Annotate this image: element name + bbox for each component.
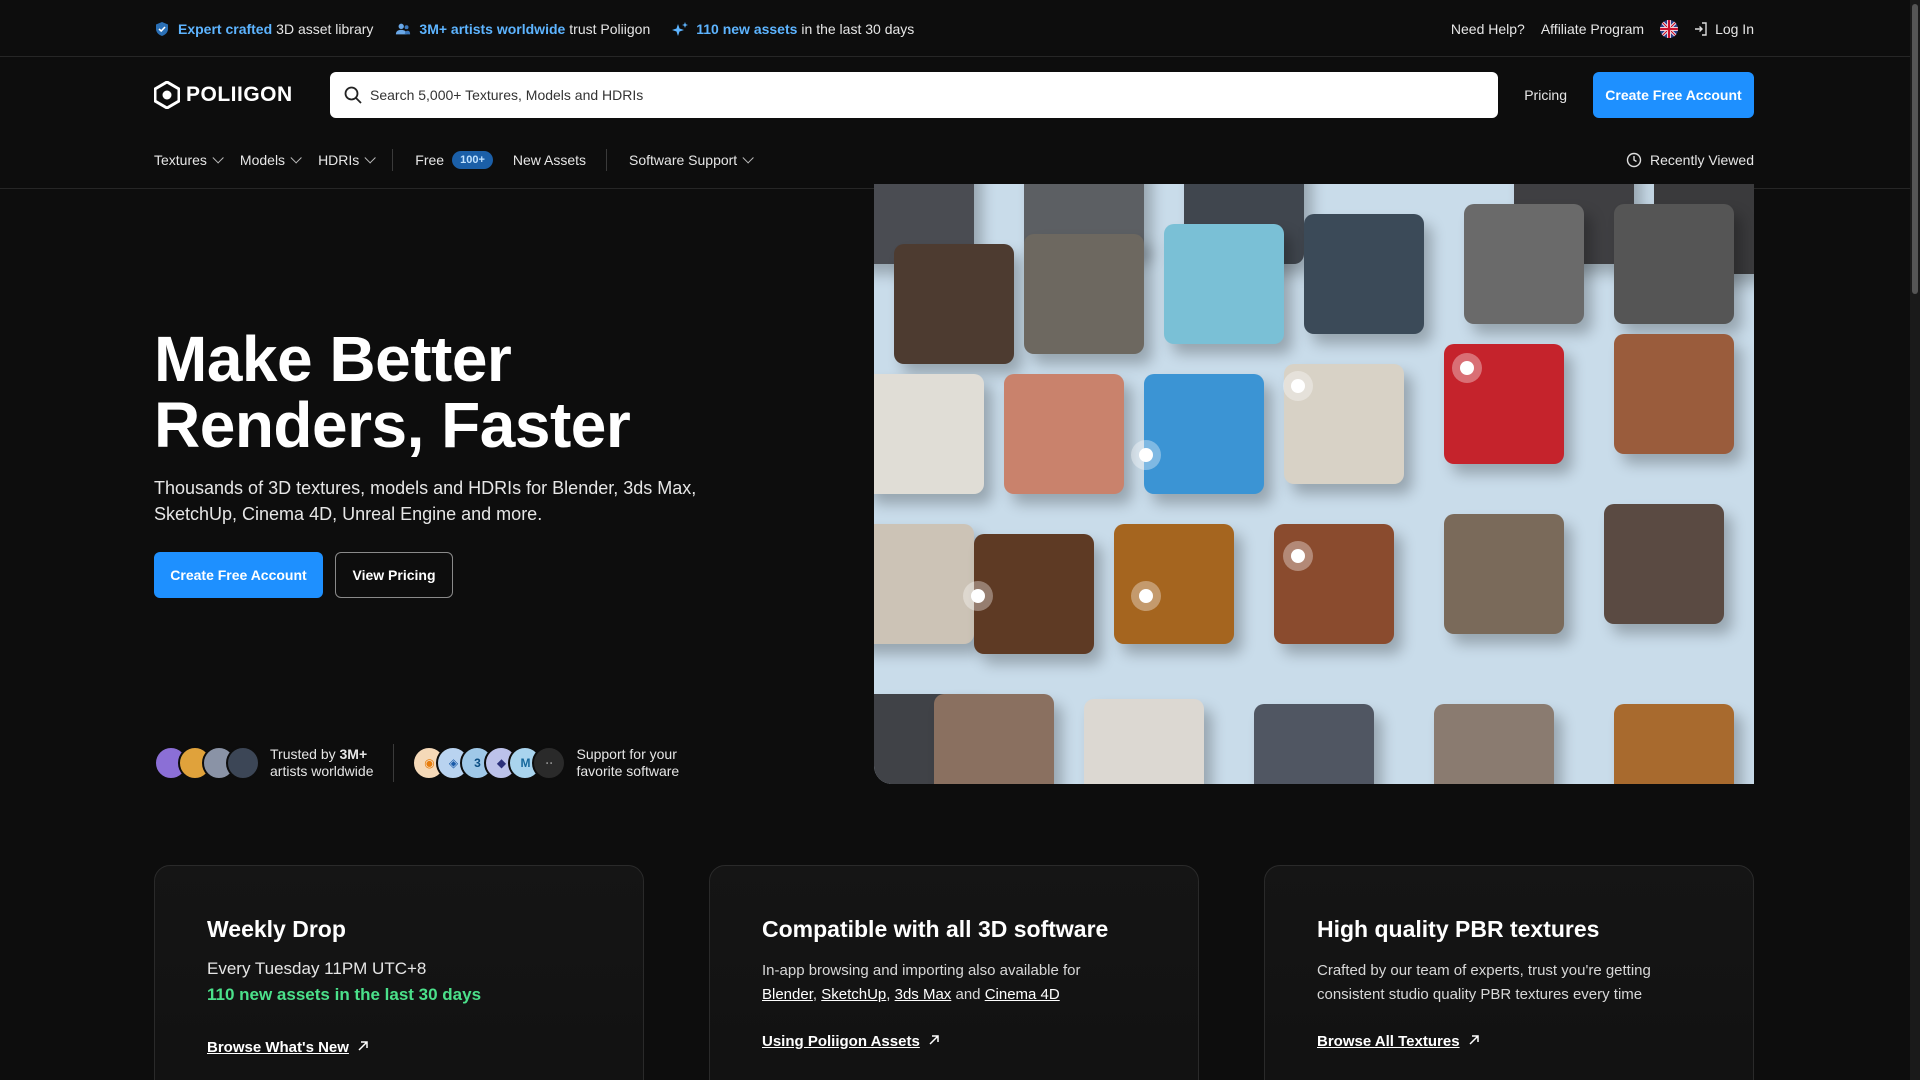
- material-tile: [1164, 224, 1284, 344]
- avatar: [226, 746, 260, 780]
- nav-models[interactable]: Models: [240, 152, 302, 168]
- sparkle-icon: [672, 21, 689, 37]
- topbar-new-assets: 110 new assets in the last 30 days: [672, 21, 914, 37]
- software-icons: ◉ ◈ 3 ◆ M ··: [412, 746, 567, 780]
- hotspot-dot[interactable]: [1452, 353, 1482, 383]
- material-tile: [1254, 704, 1374, 784]
- card-schedule: Every Tuesday 11PM UTC+8: [207, 959, 427, 978]
- artist-avatars: [154, 746, 260, 780]
- hotspot-dot[interactable]: [1283, 371, 1313, 401]
- sketchup-link[interactable]: SketchUp: [821, 986, 886, 1003]
- recently-viewed[interactable]: Recently Viewed: [1626, 152, 1754, 168]
- chevron-down-icon: [212, 152, 224, 164]
- poliigon-logo-icon: [154, 80, 180, 109]
- nav-free[interactable]: Free 100+: [415, 151, 493, 169]
- material-tile: [1464, 204, 1584, 324]
- main-nav: Textures Models HDRIs Free 100+ New Asse…: [0, 132, 1920, 189]
- feature-cards: Weekly Drop Every Tuesday 11PM UTC+8 110…: [154, 865, 1754, 1080]
- material-tile: [1604, 504, 1724, 624]
- material-tile: [1444, 514, 1564, 634]
- pricing-link[interactable]: Pricing: [1524, 87, 1567, 103]
- search-bar[interactable]: [330, 71, 1499, 118]
- hero-section: Make Better Renders, Faster Thousands of…: [0, 184, 1920, 784]
- trust-text: Trusted by 3M+ artists worldwide: [270, 746, 374, 779]
- chevron-down-icon: [364, 152, 377, 164]
- uk-flag-icon[interactable]: [1660, 19, 1679, 38]
- weekly-drop-card: Weekly Drop Every Tuesday 11PM UTC+8 110…: [154, 865, 644, 1080]
- card-title: Compatible with all 3D software: [762, 916, 1109, 942]
- hero-create-account-button[interactable]: Create Free Account: [154, 552, 323, 598]
- material-tile: [894, 244, 1014, 364]
- card-title: High quality PBR textures: [1317, 916, 1600, 942]
- card-description: Crafted by our team of experts, trust yo…: [1317, 962, 1651, 1003]
- clock-icon: [1626, 152, 1642, 168]
- trust-row: Trusted by 3M+ artists worldwide ◉ ◈ 3 ◆…: [154, 744, 679, 782]
- pbr-textures-card: High quality PBR textures Crafted by our…: [1264, 865, 1754, 1080]
- nav-divider: [392, 149, 394, 171]
- topbar-expert: Expert crafted 3D asset library: [154, 21, 373, 37]
- 3ds-max-link[interactable]: 3ds Max: [895, 986, 952, 1003]
- card-description: In-app browsing and importing also avail…: [762, 962, 1081, 1003]
- material-tile: [1144, 374, 1264, 494]
- nav-software-support[interactable]: Software Support: [629, 152, 754, 168]
- create-account-button[interactable]: Create Free Account: [1593, 71, 1754, 118]
- users-icon: [395, 21, 411, 37]
- chevron-down-icon: [290, 152, 302, 164]
- blender-link[interactable]: Blender: [762, 986, 813, 1003]
- material-tile: [1024, 234, 1144, 354]
- affiliate-link[interactable]: Affiliate Program: [1541, 21, 1644, 37]
- search-icon: [344, 86, 362, 104]
- browse-whats-new-link[interactable]: Browse What's New: [207, 1039, 369, 1056]
- nav-hdris[interactable]: HDRIs: [318, 152, 377, 168]
- chevron-down-icon: [742, 152, 754, 164]
- material-tile: [1304, 214, 1424, 334]
- material-tile: [874, 524, 974, 644]
- topbar-artists: 3M+ artists worldwide trust Poliigon: [395, 21, 650, 37]
- poliigon-logo[interactable]: POLIIGON: [154, 80, 312, 109]
- hotspot-dot[interactable]: [1283, 541, 1313, 571]
- material-tile: [1614, 704, 1734, 784]
- hotspot-dot[interactable]: [1131, 440, 1161, 470]
- nav-new-assets[interactable]: New Assets: [513, 152, 586, 168]
- login-icon: [1694, 21, 1708, 36]
- arrow-up-right-icon: [1468, 1033, 1480, 1050]
- more-software-icon: ··: [532, 746, 567, 780]
- material-tile: [1004, 374, 1124, 494]
- view-pricing-button[interactable]: View Pricing: [335, 552, 453, 598]
- scrollbar-thumb[interactable]: [1912, 4, 1918, 294]
- hotspot-dot[interactable]: [1131, 581, 1161, 611]
- arrow-up-right-icon: [928, 1033, 940, 1050]
- compatible-software-card: Compatible with all 3D software In-app b…: [709, 865, 1199, 1080]
- header: POLIIGON Pricing Create Free Account: [0, 57, 1920, 132]
- material-tile: [1114, 524, 1234, 644]
- need-help-link[interactable]: Need Help?: [1451, 21, 1525, 37]
- browse-all-textures-link[interactable]: Browse All Textures: [1317, 1033, 1480, 1050]
- material-tile: [1614, 334, 1734, 454]
- cinema-4d-link[interactable]: Cinema 4D: [985, 986, 1060, 1003]
- material-samples-image: [874, 184, 1754, 784]
- nav-divider: [606, 149, 608, 171]
- login-link[interactable]: Log In: [1694, 21, 1754, 37]
- free-count-badge: 100+: [452, 151, 493, 169]
- page-scrollbar[interactable]: [1910, 0, 1920, 1080]
- hotspot-dot[interactable]: [963, 581, 993, 611]
- material-tile: [934, 694, 1054, 784]
- hero-title: Make Better Renders, Faster: [154, 323, 631, 461]
- arrow-up-right-icon: [357, 1039, 369, 1056]
- hero-subtitle: Thousands of 3D textures, models and HDR…: [154, 478, 697, 524]
- material-tile: [1614, 204, 1734, 324]
- material-tile: [874, 374, 984, 494]
- material-tile: [1434, 704, 1554, 784]
- trust-divider: [393, 744, 395, 782]
- search-input[interactable]: [370, 86, 1485, 103]
- support-text: Support for your favorite software: [576, 746, 680, 779]
- shield-check-icon: [154, 21, 170, 37]
- using-poliigon-assets-link[interactable]: Using Poliigon Assets: [762, 1033, 940, 1050]
- card-new-assets-count: 110 new assets in the last 30 days: [207, 985, 482, 1004]
- nav-textures[interactable]: Textures: [154, 152, 224, 168]
- card-title: Weekly Drop: [207, 916, 346, 942]
- top-bar: Expert crafted 3D asset library 3M+ arti…: [0, 0, 1920, 57]
- material-tile: [1084, 699, 1204, 784]
